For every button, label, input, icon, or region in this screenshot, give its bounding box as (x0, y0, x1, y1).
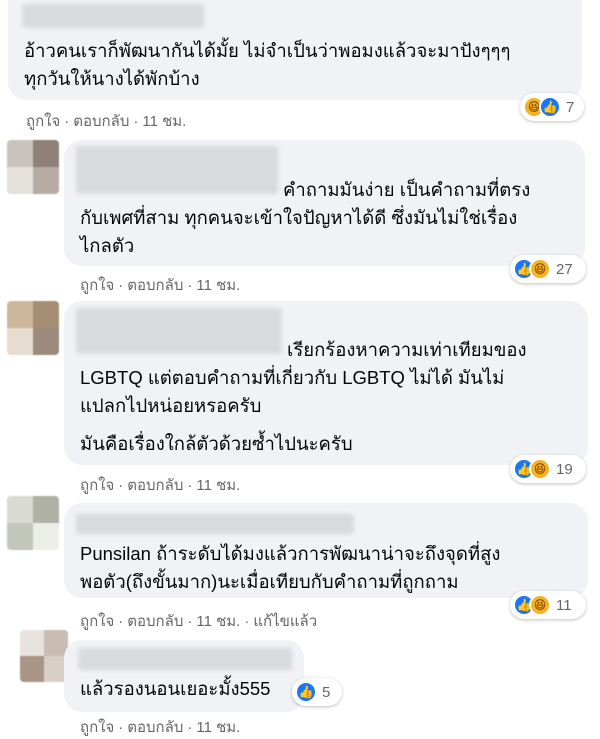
reaction-count: 27 (556, 260, 573, 278)
reaction-summary[interactable]: 👍 😆 19 (510, 455, 586, 483)
timestamp-link[interactable]: 11 ชม. (196, 477, 240, 494)
avatar[interactable] (7, 301, 59, 355)
reaction-count: 19 (556, 460, 573, 478)
separator-dot: · (187, 477, 193, 494)
avatar[interactable] (20, 630, 68, 682)
timestamp-link[interactable]: 11 ชม. (196, 277, 240, 294)
comment-text-line: มันคือเรื่องใกล้ตัวด้วยซ้ำไปนะครับ (80, 433, 353, 454)
timestamp-link[interactable]: 11 ชม. (196, 613, 240, 630)
commenter-name-blurred[interactable] (78, 648, 292, 670)
separator-dot: · (187, 613, 193, 630)
haha-icon: 😆 (529, 458, 551, 480)
haha-icon: 😆 (529, 258, 551, 280)
avatar[interactable] (7, 140, 59, 194)
reaction-count: 7 (566, 98, 575, 116)
commenter-name-blurred[interactable] (76, 146, 278, 194)
reaction-count: 11 (556, 596, 572, 614)
separator-dot: · (118, 719, 124, 736)
comment-text-line: ไกลตัว (80, 235, 135, 256)
like-link[interactable]: ถูกใจ (80, 277, 114, 294)
edited-label[interactable]: แก้ไขแล้ว (253, 613, 317, 630)
comment-actions: ถูกใจ · ตอบกลับ · 11 ชม. (80, 473, 240, 497)
haha-icon: 😆 (529, 594, 551, 616)
comment-text-line: ทุกวันให้นางได้พักบ้าง (24, 68, 200, 89)
separator-dot: · (187, 719, 193, 736)
like-link[interactable]: ถูกใจ (26, 113, 60, 130)
timestamp-link[interactable]: 11 ชม. (142, 113, 186, 130)
like-icon: 👍 (539, 96, 561, 118)
comment-text-line: เรียกร้องหาความเท่าเทียมของ (287, 339, 527, 360)
like-link[interactable]: ถูกใจ (80, 613, 114, 630)
comment-actions: ถูกใจ · ตอบกลับ · 11 ชม. (26, 109, 186, 133)
comment-actions: ถูกใจ · ตอบกลับ · 11 ชม. (80, 715, 240, 739)
like-icon: 👍 (295, 681, 317, 703)
comment-text-line: แล้วรองนอนเยอะมั้ง555 (80, 678, 271, 699)
reaction-summary[interactable]: 👍 😆 11 (510, 591, 586, 619)
comment-text-line: อ้าวคนเราก็พัฒนากันได้มั้ย ไม่จำเป็นว่าพ… (24, 40, 511, 61)
comment-text-line: พอตัว(ถึงขั้นมาก)นะเมื่อเทียบกับคำถามที่… (80, 571, 459, 592)
comment-actions: ถูกใจ · ตอบกลับ · 11 ชม. (80, 273, 240, 297)
comment-text-line: Punsilan ถ้าระดับได้มงแล้วการพัฒนาน่าจะถ… (80, 543, 501, 564)
separator-dot: · (244, 613, 250, 630)
timestamp-link[interactable]: 11 ชม. (196, 719, 240, 736)
comment-text-line: คำถามมันง่าย เป็นคำถามที่ตรง (283, 179, 531, 200)
reaction-count: 5 (322, 683, 331, 701)
reaction-summary[interactable]: 👍 😆 27 (510, 255, 586, 283)
reply-link[interactable]: ตอบกลับ (127, 719, 183, 736)
commenter-name-blurred[interactable] (76, 308, 282, 354)
reply-link[interactable]: ตอบกลับ (127, 613, 183, 630)
separator-dot: · (133, 113, 139, 130)
commenter-name-blurred[interactable] (22, 4, 204, 28)
separator-dot: · (118, 477, 124, 494)
avatar[interactable] (7, 496, 59, 550)
reply-link[interactable]: ตอบกลับ (127, 477, 183, 494)
comment-text-line: แปลกไปหน่อยหรอครับ (80, 395, 262, 416)
like-link[interactable]: ถูกใจ (80, 477, 114, 494)
comment-actions: ถูกใจ · ตอบกลับ · 11 ชม. · แก้ไขแล้ว (80, 609, 317, 633)
separator-dot: · (187, 277, 193, 294)
separator-dot: · (118, 277, 124, 294)
commenter-name-blurred[interactable] (76, 514, 354, 534)
separator-dot: · (118, 613, 124, 630)
like-link[interactable]: ถูกใจ (80, 719, 114, 736)
reaction-summary[interactable]: 👍 5 (292, 678, 342, 706)
reply-link[interactable]: ตอบกลับ (73, 113, 129, 130)
separator-dot: · (64, 113, 70, 130)
comment-text-line: กับเพศที่สาม ทุกคนจะเข้าใจปัญหาได้ดี ซึ่… (80, 207, 518, 228)
comment-text-line: LGBTQ แต่ตอบคำถามที่เกี่ยวกับ LGBTQ ไม่ไ… (80, 367, 505, 388)
reply-link[interactable]: ตอบกลับ (127, 277, 183, 294)
reaction-summary[interactable]: 😆 👍 7 (520, 93, 584, 121)
